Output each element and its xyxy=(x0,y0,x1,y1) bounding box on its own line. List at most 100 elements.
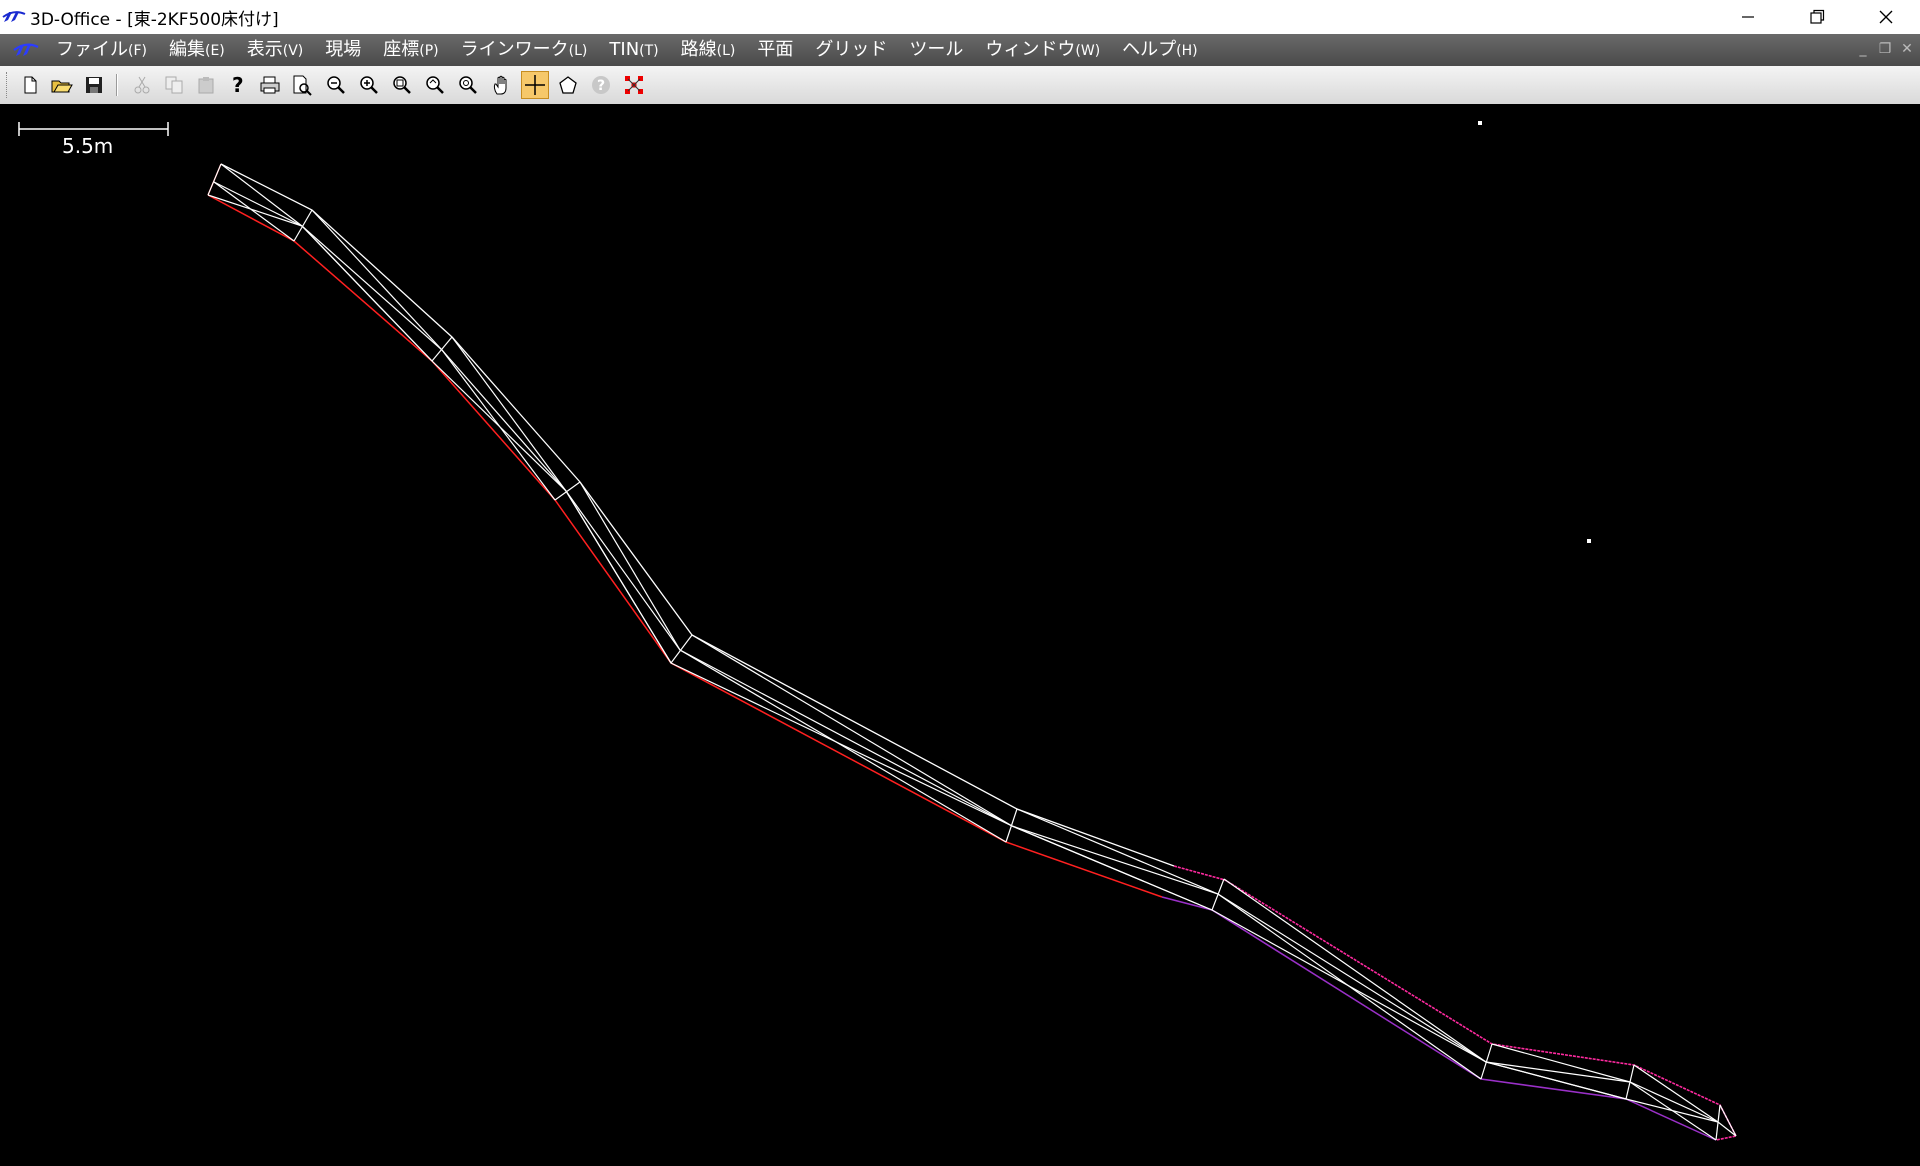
menu-item[interactable]: ツール xyxy=(897,34,973,66)
close-button[interactable] xyxy=(1851,0,1920,34)
save-icon xyxy=(86,77,102,93)
toolbar-grip[interactable] xyxy=(6,72,10,98)
save-button[interactable] xyxy=(80,71,108,99)
mdi-app-logo-icon[interactable] xyxy=(8,36,44,64)
zoom-window-icon xyxy=(393,76,411,94)
survey-point xyxy=(1478,121,1482,125)
menu-item-accelerator: (L) xyxy=(568,43,588,59)
help-pointer-button[interactable]: ? xyxy=(224,71,252,99)
upper-edge-white xyxy=(220,163,1175,867)
mdi-close-button[interactable]: ✕ xyxy=(1900,42,1914,56)
points-icon xyxy=(625,76,643,94)
crosshair-button[interactable] xyxy=(521,71,549,99)
menu-item-label: 平面 xyxy=(757,39,794,60)
copy-icon xyxy=(165,76,183,94)
menu-item[interactable]: ファイル(F) xyxy=(44,34,157,66)
menu-item-label: 現場 xyxy=(325,39,362,60)
cut-button[interactable] xyxy=(128,71,156,99)
zoom-out-button[interactable] xyxy=(322,71,350,99)
menu-item-accelerator: (T) xyxy=(639,43,659,59)
upper-edge-magenta xyxy=(1173,865,1738,1141)
help-button[interactable]: ? xyxy=(587,71,615,99)
menu-item-label: ラインワーク xyxy=(460,39,569,60)
print-button[interactable] xyxy=(256,71,284,99)
polygon-button[interactable] xyxy=(554,71,582,99)
menu-item[interactable]: TIN(T) xyxy=(597,34,668,66)
menu-item[interactable]: 座標(P) xyxy=(371,34,448,66)
window-controls xyxy=(1713,0,1920,34)
alignment-drawing xyxy=(18,121,1738,1141)
mdi-minimize-button[interactable]: _ xyxy=(1856,42,1870,56)
open-folder-icon xyxy=(51,80,73,93)
menu-item-accelerator: (H) xyxy=(1176,43,1198,59)
minimize-button[interactable] xyxy=(1713,0,1782,34)
polygon-icon xyxy=(559,76,577,94)
print-icon xyxy=(260,76,280,94)
zoom-in-icon xyxy=(360,76,378,94)
zoom-out-icon xyxy=(327,76,345,94)
menu-item[interactable]: ウィンドウ(W) xyxy=(973,34,1110,66)
menu-item-label: グリッド xyxy=(815,39,888,60)
zoom-previous-icon xyxy=(426,76,444,94)
menu-items: ファイル(F) 編集(E) 表示(V) 現場 座標(P) ラインワーク(L) TIN(T) 路… xyxy=(44,34,1208,66)
menu-item-accelerator: (F) xyxy=(128,43,147,59)
help-pointer-icon: ? xyxy=(232,74,244,96)
mdi-restore-button[interactable]: ❐ xyxy=(1878,42,1892,56)
menu-item-label: 座標 xyxy=(383,39,420,60)
menu-item[interactable]: 表示(V) xyxy=(235,34,314,66)
paste-icon xyxy=(198,77,214,94)
menu-item[interactable]: 編集(E) xyxy=(157,34,235,66)
window-title: 3D-Office - [東-2KF500床付け] xyxy=(30,9,279,30)
help-icon: ? xyxy=(592,76,610,94)
menu-item-label: TIN xyxy=(609,39,640,60)
crosshair-icon xyxy=(525,75,545,95)
menu-item[interactable]: ラインワーク(L) xyxy=(449,34,598,66)
menu-item-label: ファイル xyxy=(56,39,128,60)
restore-icon xyxy=(1809,9,1824,24)
menu-item[interactable]: 平面 xyxy=(745,34,803,66)
print-preview-button[interactable] xyxy=(288,71,316,99)
points-button[interactable] xyxy=(620,71,648,99)
paste-button[interactable] xyxy=(192,71,220,99)
menu-item-accelerator: (V) xyxy=(282,43,304,59)
restore-button[interactable] xyxy=(1782,0,1851,34)
zoom-in-button[interactable] xyxy=(355,71,383,99)
menu-item[interactable]: グリッド xyxy=(803,34,897,66)
menu-item-label: ヘルプ xyxy=(1122,39,1177,60)
menu-item-label: 表示 xyxy=(246,39,283,60)
cut-icon xyxy=(134,76,150,94)
new-file-icon xyxy=(24,76,37,94)
app-logo-icon xyxy=(2,7,28,27)
tin-mesh xyxy=(207,163,1737,1141)
zoom-all-button[interactable] xyxy=(454,71,482,99)
menu-item-label: ツール xyxy=(909,39,964,60)
scale-bar-label: 5.5m xyxy=(62,134,114,158)
zoom-window-button[interactable] xyxy=(388,71,416,99)
menu-item-label: ウィンドウ xyxy=(985,39,1076,60)
minimize-icon xyxy=(1741,16,1754,18)
survey-point xyxy=(1587,539,1591,543)
zoom-previous-button[interactable] xyxy=(421,71,449,99)
zoom-all-icon xyxy=(459,76,477,94)
pan-hand-icon xyxy=(493,75,507,95)
pan-button[interactable] xyxy=(488,71,516,99)
print-preview-icon xyxy=(293,75,312,96)
lower-edge-purple xyxy=(1161,896,1717,1141)
title-bar: 3D-Office - [東-2KF500床付け] xyxy=(0,0,1920,34)
menu-item-accelerator: (W) xyxy=(1075,43,1101,59)
lower-edge-red xyxy=(207,194,1163,898)
menu-item-label: 編集 xyxy=(168,39,205,60)
menu-item-label: 路線 xyxy=(680,39,717,60)
svg-text:?: ? xyxy=(232,74,244,96)
new-file-button[interactable] xyxy=(16,71,44,99)
menu-item[interactable]: ヘルプ(H) xyxy=(1110,34,1207,66)
menu-item[interactable]: 路線(L) xyxy=(669,34,746,66)
toolbar-separator xyxy=(116,74,118,96)
svg-text:?: ? xyxy=(597,78,605,94)
menu-bar: ファイル(F) 編集(E) 表示(V) 現場 座標(P) ラインワーク(L) TIN(T) 路… xyxy=(0,34,1920,66)
copy-button[interactable] xyxy=(160,71,188,99)
menu-item[interactable]: 現場 xyxy=(313,34,371,66)
open-button[interactable] xyxy=(48,71,76,99)
toolbar: ? ? xyxy=(0,66,1920,105)
drawing-canvas[interactable]: 5.5m xyxy=(0,104,1920,1166)
